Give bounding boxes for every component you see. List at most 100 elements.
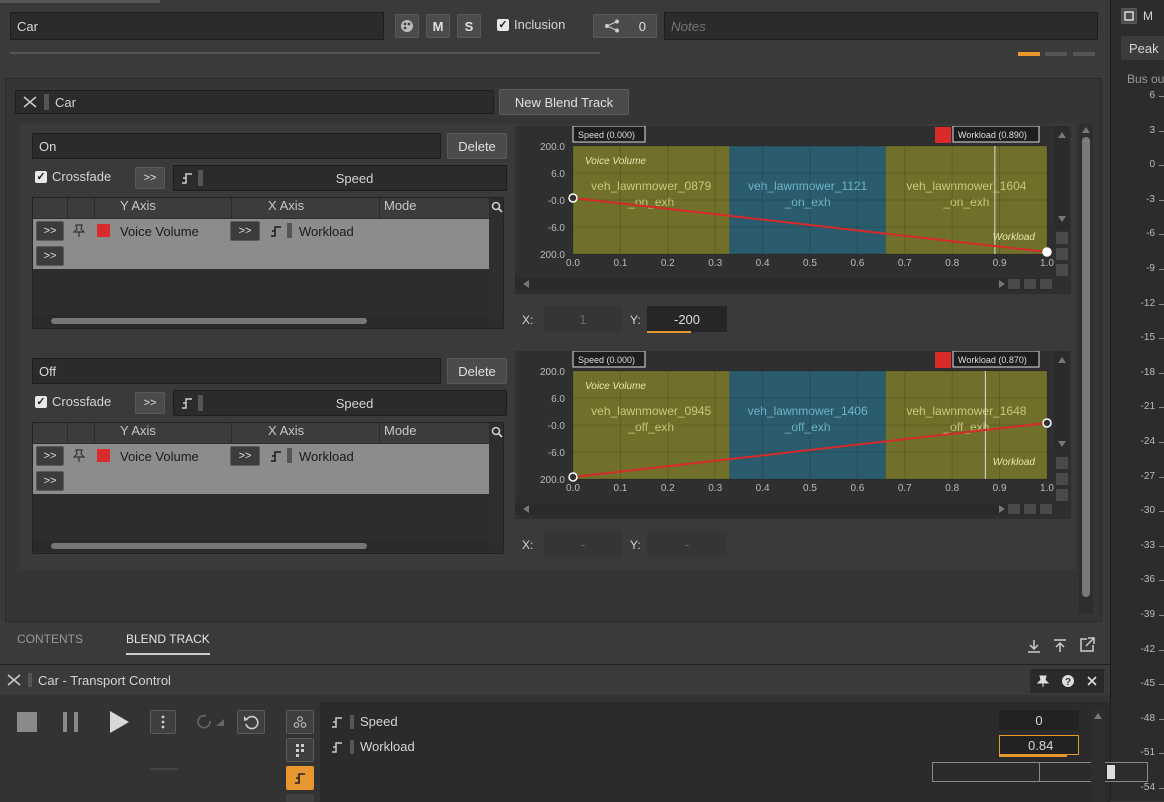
slider-thumb[interactable]	[1107, 765, 1115, 779]
x-axis-expand-button[interactable]: >>	[230, 221, 260, 241]
add-row-expand-button[interactable]: >>	[36, 471, 64, 491]
table-vscrollbar[interactable]	[489, 444, 503, 544]
expand-button[interactable]: >>	[135, 392, 165, 414]
speed-value-field[interactable]: 0	[999, 710, 1079, 730]
pause-button[interactable]	[60, 710, 82, 734]
blend-graph-canvas[interactable]: veh_lawnmower_0879 _on_exh veh_lawnmower_1…	[515, 125, 1071, 294]
col-mode[interactable]: Mode	[380, 198, 489, 218]
palette-button[interactable]	[395, 14, 419, 38]
h-fit-icon[interactable]	[1024, 279, 1036, 289]
table-hscrollbar[interactable]	[33, 540, 489, 552]
tab-contents[interactable]: CONTENTS	[17, 632, 83, 646]
game-objects-button[interactable]	[286, 710, 314, 734]
x-coord-field[interactable]: -	[544, 531, 622, 557]
search-icon[interactable]	[491, 201, 503, 213]
meter-pin-button[interactable]	[1121, 8, 1137, 24]
crossfade-toggle[interactable]: ✓ Crossfade	[35, 169, 111, 184]
search-icon[interactable]	[491, 426, 503, 438]
download-icon[interactable]	[1026, 638, 1042, 654]
row-expand-button[interactable]: >>	[36, 221, 64, 241]
param-row-speed[interactable]: Speed	[330, 714, 398, 729]
param-row-workload[interactable]: Workload	[330, 739, 415, 754]
curve-point[interactable]	[568, 472, 578, 482]
h-zoom-in-icon[interactable]	[1008, 504, 1020, 514]
delete-track-button[interactable]: Delete	[447, 358, 507, 384]
y-coord-field[interactable]: -	[647, 531, 727, 557]
x-coord-field[interactable]: 1	[544, 306, 622, 332]
upload-icon[interactable]	[1052, 638, 1068, 654]
track-name-field[interactable]: Off	[32, 358, 441, 384]
col-x-axis[interactable]: X Axis	[232, 198, 380, 218]
scroll-up-icon[interactable]	[1094, 713, 1102, 719]
share-button[interactable]: 0	[593, 14, 657, 38]
y-coord-field[interactable]: -200	[647, 306, 727, 332]
params-scrollbar[interactable]	[1091, 710, 1105, 802]
mute-button[interactable]: M	[426, 14, 450, 38]
graph-vscrollbar[interactable]	[1055, 126, 1069, 230]
stop-button[interactable]	[17, 712, 37, 732]
new-blend-track-button[interactable]: New Blend Track	[499, 89, 629, 115]
col-y-axis[interactable]: Y Axis	[95, 423, 232, 443]
object-name-field[interactable]: Car	[10, 12, 384, 40]
play-button[interactable]	[107, 709, 131, 735]
curve-point[interactable]	[568, 193, 578, 203]
scroll-thumb[interactable]	[1082, 137, 1090, 597]
graph-hscrollbar[interactable]	[515, 278, 1047, 290]
h-fit-icon[interactable]	[1024, 504, 1036, 514]
crossfade-parameter-field[interactable]: Speed	[173, 390, 507, 416]
reset-button[interactable]	[237, 710, 265, 734]
table-hscrollbar[interactable]	[33, 315, 489, 327]
notes-input[interactable]	[664, 12, 1098, 40]
track-list-scrollbar[interactable]	[1079, 124, 1093, 614]
blend-graph[interactable]: veh_lawnmower_0879 _on_exh veh_lawnmower_1…	[515, 125, 1071, 294]
pin-icon[interactable]	[73, 449, 85, 463]
zoom-in-icon[interactable]	[1056, 232, 1068, 244]
help-icon[interactable]: ?	[1061, 674, 1075, 688]
blend-name-bar[interactable]: Car	[15, 90, 494, 114]
table-row[interactable]: >> Voice Volume >> Workload >>	[33, 219, 489, 269]
workload-slider[interactable]	[932, 762, 1148, 782]
curve-point[interactable]	[1042, 247, 1052, 257]
inclusion-toggle[interactable]: ✓ Inclusion	[497, 17, 565, 32]
loop-icon[interactable]	[196, 713, 228, 731]
h-zoom-in-icon[interactable]	[1008, 279, 1020, 289]
expand-button[interactable]: >>	[135, 167, 165, 189]
zoom-out-icon[interactable]	[1056, 264, 1068, 276]
h-zoom-out-icon[interactable]	[1040, 504, 1052, 514]
curve-point[interactable]	[1042, 418, 1052, 428]
col-mode[interactable]: Mode	[380, 423, 489, 443]
hscroll-thumb[interactable]	[51, 543, 367, 549]
more-options-button[interactable]	[150, 710, 176, 734]
rtpc-button[interactable]	[286, 766, 314, 790]
blend-graph-canvas[interactable]: veh_lawnmower_0945 _off_exh veh_lawnmower_…	[515, 350, 1071, 519]
row-expand-button[interactable]: >>	[36, 446, 64, 466]
graph-hscrollbar[interactable]	[515, 503, 1047, 515]
table-vscrollbar[interactable]	[489, 219, 503, 319]
hscroll-thumb[interactable]	[51, 318, 367, 324]
fit-icon[interactable]	[1056, 248, 1068, 260]
crossfade-parameter-field[interactable]: Speed	[173, 165, 507, 191]
h-zoom-out-icon[interactable]	[1040, 279, 1052, 289]
workload-value-field[interactable]: 0.84	[999, 735, 1079, 755]
open-external-icon[interactable]	[1078, 636, 1096, 654]
zoom-in-icon[interactable]	[1056, 457, 1068, 469]
close-icon[interactable]	[1086, 675, 1098, 687]
add-row-expand-button[interactable]: >>	[36, 246, 64, 266]
pin-icon[interactable]	[1036, 674, 1050, 688]
col-y-axis[interactable]: Y Axis	[95, 198, 232, 218]
peak-button[interactable]: Peak	[1121, 36, 1164, 60]
col-x-axis[interactable]: X Axis	[232, 423, 380, 443]
track-name-field[interactable]: On	[32, 133, 441, 159]
tab-blend-track[interactable]: BLEND TRACK	[126, 632, 210, 646]
x-axis-expand-button[interactable]: >>	[230, 446, 260, 466]
graph-vscrollbar[interactable]	[1055, 351, 1069, 455]
fit-icon[interactable]	[1056, 473, 1068, 485]
pin-icon[interactable]	[73, 224, 85, 238]
crossfade-toggle[interactable]: ✓ Crossfade	[35, 394, 111, 409]
scroll-up-icon[interactable]	[1082, 127, 1090, 133]
solo-button[interactable]: S	[457, 14, 481, 38]
blend-graph[interactable]: veh_lawnmower_0945 _off_exh veh_lawnmower_…	[515, 350, 1071, 519]
table-row[interactable]: >> Voice Volume >> Workload >>	[33, 444, 489, 494]
zoom-out-icon[interactable]	[1056, 489, 1068, 501]
events-button[interactable]	[286, 738, 314, 762]
